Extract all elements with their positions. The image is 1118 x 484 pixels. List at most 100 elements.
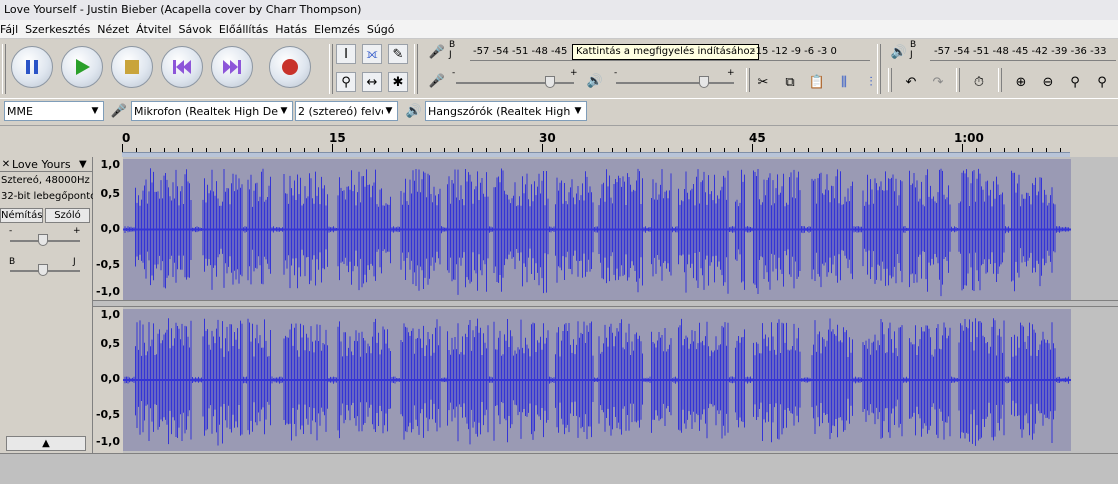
multi-tool-icon: ✱	[392, 74, 404, 90]
zoom-tool-button[interactable]: ⚲	[336, 72, 356, 92]
microphone-icon: 🎤	[110, 103, 128, 119]
speaker-icon: 🔊	[890, 44, 908, 60]
trim-audio-icon: ⫼	[841, 74, 847, 90]
microphone-icon: 🎤	[428, 44, 446, 60]
input-slider-plus: +	[570, 68, 578, 78]
audio-host-select[interactable]: MME ▼	[4, 101, 104, 121]
waveform-channel-left[interactable]	[123, 159, 1071, 300]
record-meter-scale: -57 -54 -51 -48 -45	[473, 46, 568, 57]
amp-label: 1,0	[100, 308, 121, 321]
toolbar-grip[interactable]	[746, 68, 750, 92]
empty-track-area[interactable]	[0, 453, 1118, 484]
mute-button[interactable]: Némítás	[0, 208, 43, 223]
toolbar-grip[interactable]	[956, 68, 960, 92]
amplitude-ruler-top: 1,0 0,5 0,0 -0,5 -1,0	[93, 157, 123, 300]
paste-button[interactable]: 📋	[806, 72, 828, 92]
record-button[interactable]	[269, 46, 311, 88]
toolbar-grip[interactable]	[998, 68, 1002, 92]
trim-button[interactable]: ⫼	[833, 72, 855, 92]
toolbar-grip[interactable]	[888, 68, 892, 92]
chevron-down-icon: ▼	[91, 106, 99, 116]
redo-button[interactable]: ↷	[927, 72, 949, 92]
silence-button[interactable]: ⫶	[860, 72, 882, 92]
menu-analyze[interactable]: Elemzés	[314, 23, 367, 36]
ruler-tick-label: 15	[329, 131, 346, 145]
envelope-icon: ⟗	[366, 46, 378, 62]
play-meter-bar[interactable]	[930, 60, 1116, 63]
fit-selection-button[interactable]: ⚲	[1064, 72, 1086, 92]
amp-label: -1,0	[95, 285, 120, 298]
recording-channels-select[interactable]: 2 (sztereó) felvé ▼	[295, 101, 398, 121]
solo-button[interactable]: Szóló	[45, 208, 90, 223]
cut-button[interactable]: ✂	[752, 72, 774, 92]
ruler-tick-label: 1:00	[954, 131, 984, 145]
meter-left-label: B	[449, 40, 456, 50]
envelope-tool-button[interactable]: ⟗	[362, 44, 382, 64]
amp-label: -0,5	[95, 258, 120, 271]
menu-bar: Fájl Szerkesztés Nézet Átvitel Sávok Elő…	[0, 20, 1118, 39]
fit-project-button[interactable]: ⚲	[1091, 72, 1113, 92]
menu-help[interactable]: Súgó	[367, 23, 402, 36]
record-meter-mic-button[interactable]: 🎤	[426, 42, 448, 62]
output-slider-minus: -	[614, 68, 618, 78]
skip-start-button[interactable]	[161, 46, 203, 88]
toolbar-grip[interactable]	[2, 44, 6, 94]
track-control-panel: ✕ Love Yours ▼ Sztereó, 48000Hz 32-bit l…	[0, 157, 102, 453]
menu-edit[interactable]: Szerkesztés	[25, 23, 97, 36]
sync-lock-button[interactable]: ⏱	[968, 72, 990, 92]
redo-icon: ↷	[932, 74, 944, 90]
menu-effect[interactable]: Hatás	[275, 23, 314, 36]
pan-right-label: J	[73, 257, 76, 267]
toolbar-grip[interactable]	[414, 44, 418, 94]
magnifier-icon: ⚲	[341, 74, 351, 90]
amp-label: -1,0	[95, 435, 120, 448]
collapse-track-button[interactable]: ▲	[6, 436, 86, 451]
input-volume-thumb[interactable]	[545, 76, 555, 88]
close-icon[interactable]: ✕	[0, 159, 12, 170]
playback-device-select[interactable]: Hangszórók (Realtek High ▼	[425, 101, 587, 121]
copy-button[interactable]: ⧉	[779, 72, 801, 92]
window-title-bar: Love Yourself - Justin Bieber (Acapella …	[0, 0, 1118, 20]
input-volume-slider[interactable]	[456, 82, 574, 84]
pause-button[interactable]	[11, 46, 53, 88]
gain-slider-thumb[interactable]	[38, 234, 48, 246]
chevron-down-icon: ▼	[385, 106, 393, 116]
draw-tool-button[interactable]: ✎	[388, 44, 408, 64]
chevron-up-icon: ▲	[42, 438, 50, 449]
waveform-path	[124, 318, 1069, 446]
play-meter-speaker-button[interactable]: 🔊	[888, 42, 910, 62]
track-name[interactable]: Love Yours	[12, 158, 79, 171]
recording-device-select[interactable]: Mikrofon (Realtek High De ▼	[131, 101, 293, 121]
menu-tracks[interactable]: Sávok	[179, 23, 219, 36]
menu-transport[interactable]: Átvitel	[136, 23, 178, 36]
zoom-out-button[interactable]: ⊖	[1037, 72, 1059, 92]
pan-slider-thumb[interactable]	[38, 264, 48, 276]
zoom-in-button[interactable]: ⊕	[1010, 72, 1032, 92]
menu-view[interactable]: Nézet	[97, 23, 136, 36]
play-button[interactable]	[61, 46, 103, 88]
meter-tooltip: Kattintás a megfigyelés indításához	[572, 44, 759, 60]
stop-button[interactable]	[111, 46, 153, 88]
timeshift-tool-button[interactable]: ↔	[362, 72, 382, 92]
chevron-down-icon[interactable]: ▼	[79, 159, 93, 170]
output-slider-plus: +	[727, 68, 735, 78]
output-volume-slider[interactable]	[616, 82, 734, 84]
record-meter-channel-labels: B J	[449, 40, 455, 60]
timeline-ruler[interactable]: 0 15 30 45 1:00	[0, 125, 1118, 158]
toolbar-grip[interactable]	[329, 44, 333, 94]
skip-start-icon	[173, 60, 191, 74]
device-toolbar: MME ▼ 🎤 Mikrofon (Realtek High De ▼ 2 (s…	[0, 98, 1118, 124]
clock-icon: ⏱	[973, 74, 985, 90]
record-meter-bar[interactable]	[470, 60, 870, 63]
multi-tool-button[interactable]: ✱	[388, 72, 408, 92]
timeline-scale[interactable]: 0 15 30 45 1:00	[122, 126, 1070, 152]
output-volume-thumb[interactable]	[699, 76, 709, 88]
fit-project-icon: ⚲	[1097, 74, 1107, 90]
menu-generate[interactable]: Előállítás	[219, 23, 275, 36]
menu-file[interactable]: Fájl	[0, 23, 25, 36]
audio-host-value: MME	[7, 104, 33, 118]
waveform-channel-right[interactable]	[123, 309, 1071, 451]
selection-tool-button[interactable]: I	[336, 44, 356, 64]
skip-end-button[interactable]	[211, 46, 253, 88]
undo-button[interactable]: ↶	[900, 72, 922, 92]
